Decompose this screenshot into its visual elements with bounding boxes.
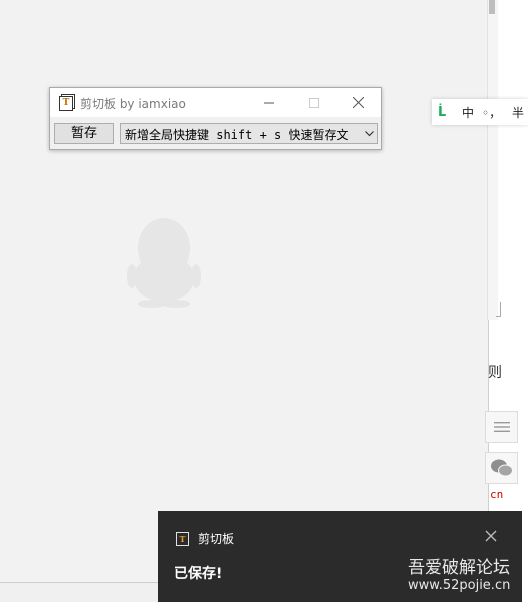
resize-grip-icon: [496, 302, 501, 317]
watermark-title: 吾爱破解论坛: [408, 558, 510, 578]
dropdown-toggle[interactable]: [361, 124, 377, 143]
maximize-icon: [308, 97, 319, 108]
ime-punctuation-toggle[interactable]: ◦，: [482, 104, 512, 121]
save-button[interactable]: 暂存: [54, 123, 114, 144]
scrollbar-thumb[interactable]: [489, 0, 495, 14]
ime-toolbar[interactable]: ᒫ 中 ◦， 半: [432, 99, 528, 125]
minimize-icon: [263, 102, 274, 103]
dialog-titlebar[interactable]: T 剪切板 by iamxiao: [50, 88, 381, 117]
close-button[interactable]: [336, 88, 381, 117]
background-red-text: cn: [490, 488, 504, 501]
menu-button[interactable]: [485, 411, 518, 443]
scrollbar[interactable]: [487, 0, 498, 320]
clipboard-dialog: T 剪切板 by iamxiao 暂存 新增全局快捷键 shift + s 快速…: [49, 87, 382, 150]
background-text: 则: [488, 365, 502, 381]
app-icon: T: [59, 96, 73, 111]
ime-mode-toggle[interactable]: 中: [462, 104, 482, 121]
toast-message: 已保存!: [174, 566, 223, 582]
hotkey-select-value: 新增全局快捷键 shift + s 快速暂存文: [125, 128, 349, 142]
toast-app-icon: T: [176, 532, 189, 546]
watermark-url: www.52pojie.cn: [408, 578, 511, 593]
maximize-button: [291, 88, 336, 117]
close-icon[interactable]: [484, 529, 498, 543]
wechat-icon: [490, 459, 513, 477]
menu-icon: [493, 422, 510, 432]
qq-penguin-icon: [127, 218, 201, 308]
ime-logo-icon: ᒫ: [438, 104, 447, 120]
toast-notification[interactable]: T 剪切板 已保存! 吾爱破解论坛 www.52pojie.cn: [158, 511, 522, 602]
chevron-down-icon: [364, 130, 374, 136]
ime-width-toggle[interactable]: 半: [512, 104, 528, 121]
toast-title: 剪切板: [198, 532, 235, 546]
wechat-button[interactable]: [485, 452, 518, 484]
minimize-button[interactable]: [246, 88, 291, 117]
dialog-title: 剪切板 by iamxiao: [80, 97, 186, 111]
close-icon: [353, 97, 364, 108]
hotkey-select[interactable]: 新增全局快捷键 shift + s 快速暂存文: [120, 123, 378, 144]
